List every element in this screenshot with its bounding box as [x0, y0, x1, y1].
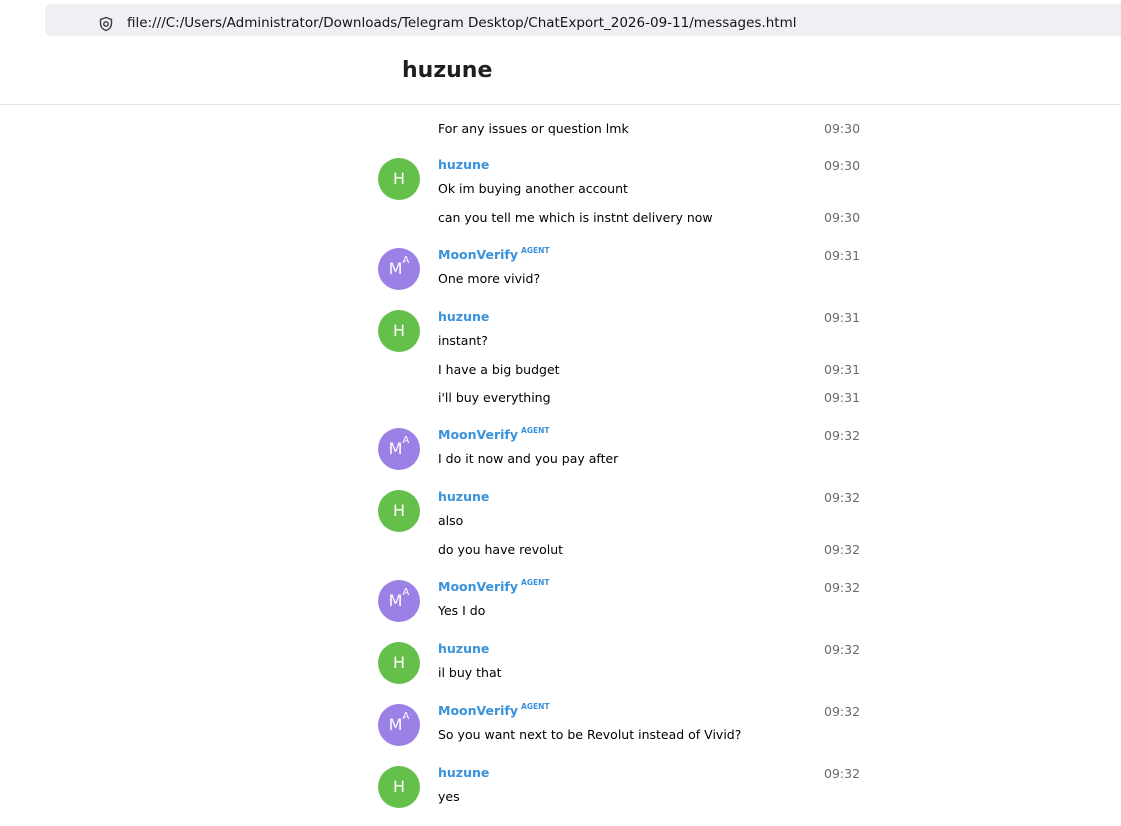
page-title: huzune: [402, 58, 493, 83]
message-text: il buy that: [438, 665, 502, 680]
avatar-initial: H: [392, 653, 406, 672]
shield-icon[interactable]: [98, 16, 114, 32]
agent-badge: AGENT: [521, 426, 550, 435]
agent-badge: AGENT: [521, 246, 550, 255]
avatar-initial-sup: A: [402, 435, 410, 446]
sender-name[interactable]: MoonVerify AGENT: [438, 426, 550, 442]
avatar: H: [378, 642, 420, 684]
message-text: i'll buy everything: [438, 390, 551, 405]
message-history[interactable]: For any issues or question lmk 09:30 H h…: [0, 105, 1121, 826]
message-time: 09:32: [824, 428, 861, 443]
agent-badge: AGENT: [521, 578, 550, 587]
message-time: 09:32: [824, 766, 861, 781]
sender-name[interactable]: MoonVerify AGENT: [438, 246, 550, 262]
message-text: One more vivid?: [438, 271, 541, 286]
avatar: H: [378, 158, 420, 200]
avatar-initial: M: [388, 259, 403, 278]
avatar: MA: [378, 248, 420, 290]
avatar-initial: H: [392, 501, 406, 520]
avatar-initial: M: [388, 715, 403, 734]
avatar-initial: H: [392, 777, 406, 796]
avatar: MA: [378, 580, 420, 622]
message-text: I have a big budget: [438, 362, 560, 377]
avatar: H: [378, 310, 420, 352]
avatar-initial-sup: A: [402, 587, 410, 598]
message-time: 09:32: [824, 490, 861, 505]
avatar-initial-sup: A: [402, 255, 410, 266]
browser-toolbar: file:///C:/Users/Administrator/Downloads…: [0, 0, 1121, 41]
message-text: Ok im buying another account: [438, 181, 628, 196]
sender-name-text: MoonVerify: [438, 427, 519, 442]
sender-name[interactable]: huzune: [438, 489, 489, 504]
message-text: yes: [438, 789, 460, 804]
avatar-initial: M: [388, 591, 403, 610]
sender-name-text: MoonVerify: [438, 703, 519, 718]
avatar-initial: H: [392, 321, 406, 340]
agent-badge: AGENT: [521, 702, 550, 711]
message-time: 09:32: [824, 542, 861, 557]
sender-name[interactable]: huzune: [438, 309, 489, 324]
sender-name-text: MoonVerify: [438, 247, 519, 262]
chat-header: huzune: [0, 40, 1121, 105]
url-text[interactable]: file:///C:/Users/Administrator/Downloads…: [127, 15, 797, 31]
message-time: 09:32: [824, 704, 861, 719]
avatar: H: [378, 766, 420, 808]
avatar: MA: [378, 428, 420, 470]
message-text: Yes I do: [438, 603, 486, 618]
sender-name[interactable]: MoonVerify AGENT: [438, 702, 550, 718]
message-text: For any issues or question lmk: [438, 121, 629, 136]
message-text: can you tell me which is instnt delivery…: [438, 210, 713, 225]
avatar-initial: M: [388, 439, 403, 458]
message-time: 09:31: [824, 390, 861, 405]
sender-name[interactable]: huzune: [438, 765, 489, 780]
message-text: So you want next to be Revolut instead o…: [438, 727, 742, 742]
message-time: 09:30: [824, 121, 861, 136]
sender-name[interactable]: huzune: [438, 641, 489, 656]
sender-name[interactable]: huzune: [438, 157, 489, 172]
message-text: also: [438, 513, 464, 528]
message-text: do you have revolut: [438, 542, 564, 557]
message-time: 09:30: [824, 210, 861, 225]
avatar-initial-sup: A: [402, 711, 410, 722]
message-time: 09:31: [824, 310, 861, 325]
avatar-initial: H: [392, 169, 406, 188]
avatar: MA: [378, 704, 420, 746]
avatar: H: [378, 490, 420, 532]
message-time: 09:32: [824, 642, 861, 657]
sender-name-text: MoonVerify: [438, 579, 519, 594]
sender-name[interactable]: MoonVerify AGENT: [438, 578, 550, 594]
message-time: 09:32: [824, 580, 861, 595]
message-time: 09:31: [824, 248, 861, 263]
message-time: 09:31: [824, 362, 861, 377]
message-text: instant?: [438, 333, 488, 348]
message-text: I do it now and you pay after: [438, 451, 619, 466]
message-time: 09:30: [824, 158, 861, 173]
url-bar[interactable]: file:///C:/Users/Administrator/Downloads…: [45, 4, 1121, 36]
